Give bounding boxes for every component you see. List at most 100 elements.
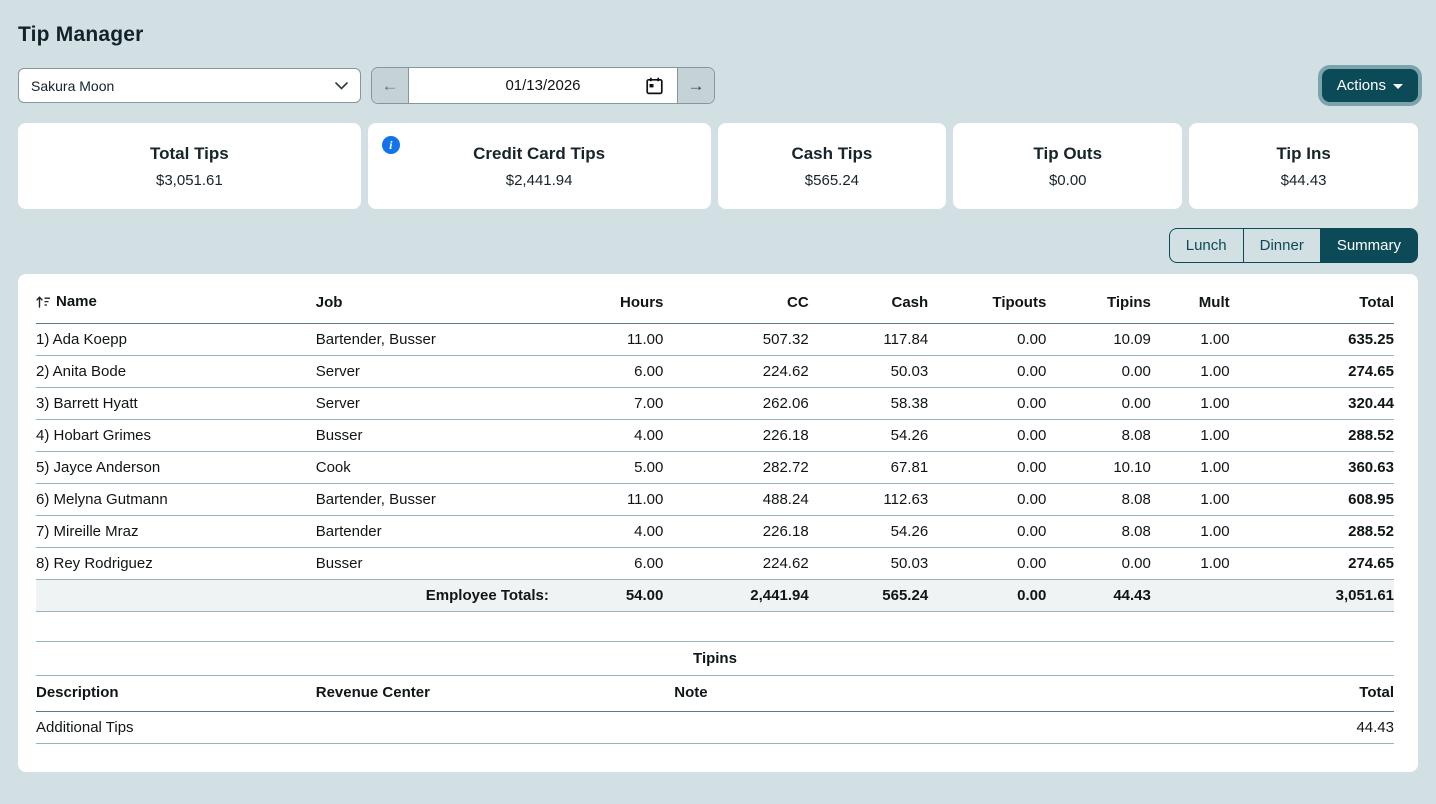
table-row: 4) Hobart GrimesBusser4.00226.1854.260.0… [36,419,1394,451]
meal-period-tabs: Lunch Dinner Summary [18,228,1418,263]
location-select[interactable]: Sakura Moon [18,68,361,103]
column-header-cc: CC [663,287,808,323]
cell-cc: 488.24 [663,483,808,515]
date-input[interactable]: 01/13/2026 [409,68,677,103]
card-value: $0.00 [1049,172,1087,189]
cell-tipouts: 0.00 [928,483,1046,515]
cell-cash: 117.84 [809,323,929,355]
card-label: Credit Card Tips [473,144,605,164]
tipins-table-header: Description Revenue Center Note Total [36,675,1394,711]
totals-tipouts: 0.00 [928,579,1046,611]
cell-name: 4) Hobart Grimes [36,419,316,451]
tipins-caption-row: Tipins [36,641,1394,675]
table-row: Additional Tips 44.43 [36,711,1394,743]
page-title: Tip Manager [18,23,1418,47]
cell-name: 1) Ada Koepp [36,323,316,355]
cell-job: Bartender [316,515,563,547]
cell-name: 5) Jayce Anderson [36,451,316,483]
caret-down-icon [1393,84,1403,89]
cell-job: Server [316,387,563,419]
cell-hours: 6.00 [563,355,663,387]
calendar-icon[interactable] [646,77,663,95]
cell-cash: 58.38 [809,387,929,419]
cell-revenue-center [316,711,675,743]
cell-tipins: 8.08 [1046,515,1151,547]
cell-name: 3) Barrett Hyatt [36,387,316,419]
column-header-tipins: Tipins [1046,287,1151,323]
date-value: 01/13/2026 [505,77,580,94]
cell-job: Busser [316,547,563,579]
cell-hours: 11.00 [563,323,663,355]
card-cash-tips: Cash Tips $565.24 [718,123,947,209]
cell-tipouts: 0.00 [928,515,1046,547]
cell-cash: 54.26 [809,515,929,547]
cell-total: 360.63 [1230,451,1394,483]
table-row: 7) Mireille MrazBartender4.00226.1854.26… [36,515,1394,547]
cell-tipouts: 0.00 [928,387,1046,419]
cell-hours: 7.00 [563,387,663,419]
cell-cc: 262.06 [663,387,808,419]
card-value: $44.43 [1281,172,1327,189]
actions-button[interactable]: Actions [1322,69,1418,102]
column-header-mult: Mult [1151,287,1230,323]
cell-mult: 1.00 [1151,547,1230,579]
table-row: 1) Ada KoeppBartender, Busser11.00507.32… [36,323,1394,355]
card-label: Total Tips [150,144,229,164]
cell-job: Cook [316,451,563,483]
cell-tipins: 8.08 [1046,419,1151,451]
column-header-name[interactable]: Name [36,287,316,323]
totals-cc: 2,441.94 [663,579,808,611]
column-header-tipin-total: Total [1190,675,1394,711]
employee-totals-row: Employee Totals: 54.00 2,441.94 565.24 0… [36,579,1394,611]
tipins-table: Tipins Description Revenue Center Note T… [36,641,1394,744]
tipins-caption: Tipins [36,641,1394,675]
tab-dinner[interactable]: Dinner [1243,228,1321,263]
card-credit-card-tips: i Credit Card Tips $2,441.94 [368,123,711,209]
previous-day-button[interactable]: ← [372,68,409,103]
next-day-button[interactable]: → [677,68,714,103]
column-header-total: Total [1230,287,1394,323]
cell-job: Busser [316,419,563,451]
cell-total: 274.65 [1230,355,1394,387]
cell-tipouts: 0.00 [928,419,1046,451]
cell-hours: 5.00 [563,451,663,483]
employee-table-header: Name Job Hours CC Cash Tipouts Tipins Mu… [36,287,1394,323]
column-header-note: Note [674,675,1190,711]
cell-mult: 1.00 [1151,387,1230,419]
cell-cc: 224.62 [663,355,808,387]
cell-total: 320.44 [1230,387,1394,419]
cell-total: 288.52 [1230,515,1394,547]
cell-tipins: 10.10 [1046,451,1151,483]
column-header-cash: Cash [809,287,929,323]
cell-tipin-total: 44.43 [1190,711,1394,743]
cell-hours: 11.00 [563,483,663,515]
cell-name: 7) Mireille Mraz [36,515,316,547]
cell-description: Additional Tips [36,711,316,743]
cell-tipouts: 0.00 [928,451,1046,483]
cell-name: 2) Anita Bode [36,355,316,387]
chevron-down-icon [335,82,348,90]
table-row: 5) Jayce AndersonCook5.00282.7267.810.00… [36,451,1394,483]
cell-tipins: 8.08 [1046,483,1151,515]
totals-label: Employee Totals: [36,579,563,611]
column-header-description: Description [36,675,316,711]
cell-tipins: 10.09 [1046,323,1151,355]
cell-note [674,711,1190,743]
column-header-job: Job [316,287,563,323]
tab-lunch[interactable]: Lunch [1169,228,1244,263]
cell-total: 635.25 [1230,323,1394,355]
cell-cc: 282.72 [663,451,808,483]
column-header-revenue-center: Revenue Center [316,675,675,711]
tipins-table-body: Additional Tips 44.43 [36,711,1394,743]
totals-mult [1151,579,1230,611]
summary-cards: Total Tips $3,051.61 i Credit Card Tips … [18,123,1418,209]
totals-tipins: 44.43 [1046,579,1151,611]
employee-table: Name Job Hours CC Cash Tipouts Tipins Mu… [36,287,1394,612]
cell-mult: 1.00 [1151,323,1230,355]
info-icon[interactable]: i [382,136,400,154]
totals-cash: 565.24 [809,579,929,611]
cell-job: Bartender, Busser [316,323,563,355]
arrow-left-icon: ← [382,76,399,96]
cell-hours: 4.00 [563,419,663,451]
tab-summary[interactable]: Summary [1320,228,1418,263]
